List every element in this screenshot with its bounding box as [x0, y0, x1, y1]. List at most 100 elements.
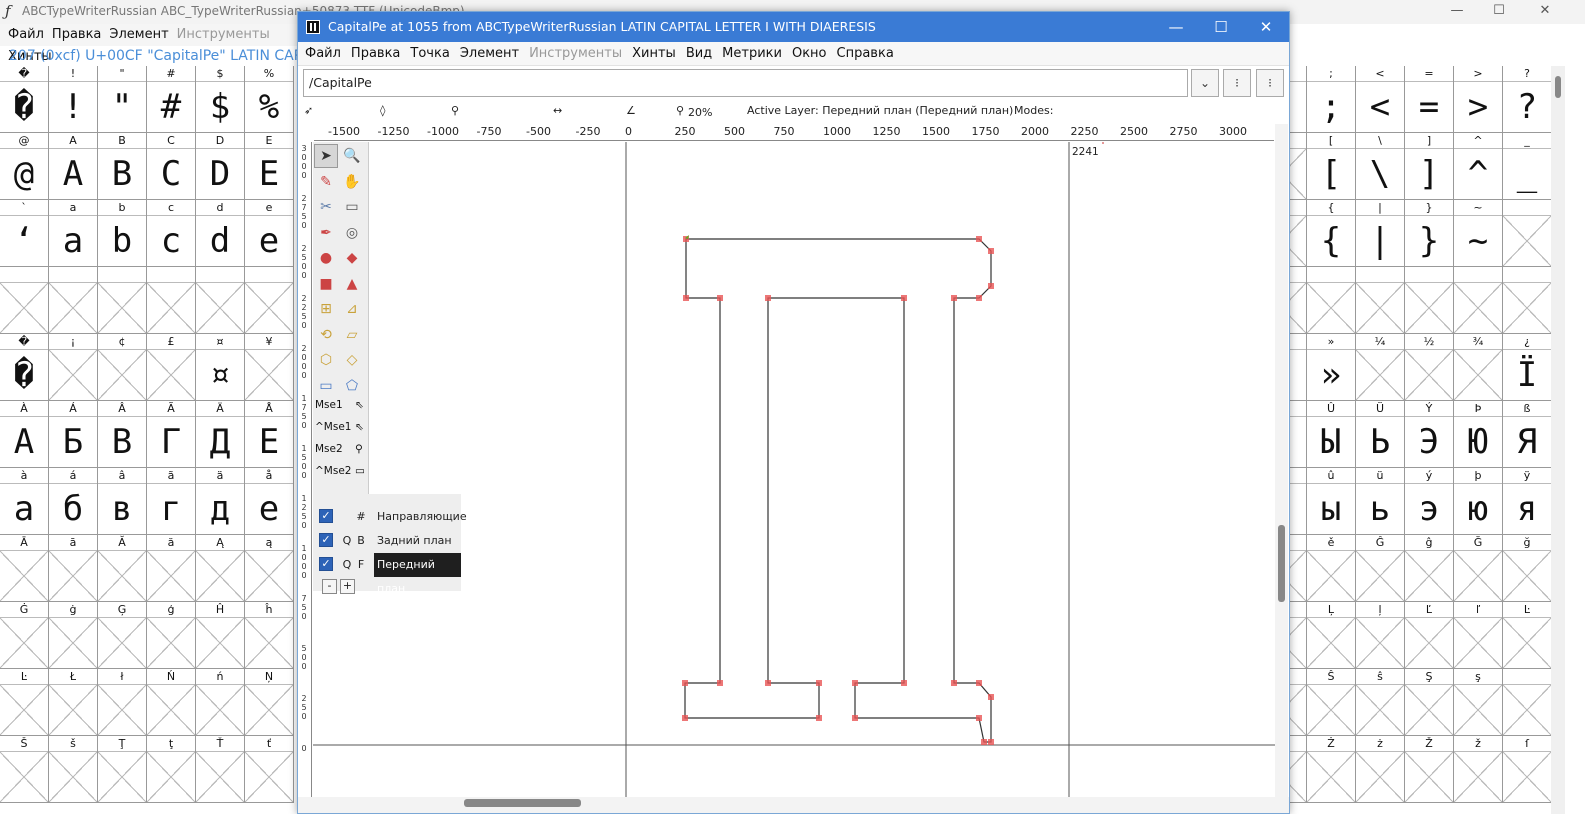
glyph-cell[interactable]: ÝЭ — [1405, 401, 1454, 468]
vertical-scrollbar-thumb[interactable] — [1278, 525, 1285, 602]
font-window-scrollbar-thumb[interactable] — [1555, 76, 1561, 98]
menu-tools[interactable]: Инструменты — [177, 24, 270, 46]
glyph-cell[interactable]: # # — [147, 66, 196, 133]
glyph-cell[interactable]: ń — [196, 669, 245, 736]
glyph-cell[interactable]: Ń — [147, 669, 196, 736]
glyph-cell[interactable]: ą — [245, 535, 294, 602]
menu-file[interactable]: Файл — [8, 24, 44, 46]
glyph-cell[interactable] — [1503, 200, 1552, 267]
contour-point[interactable] — [682, 715, 688, 721]
glyph-cell[interactable]: ÀА — [0, 401, 49, 468]
glyph-cell[interactable]: bb — [98, 200, 147, 267]
glyph-cell[interactable]: }} — [1405, 200, 1454, 267]
glyph-cell[interactable]: áб — [49, 468, 98, 535]
glyph-cell[interactable]: ãг — [147, 468, 196, 535]
ruler-icon[interactable]: ▭ — [340, 195, 364, 219]
contour-point[interactable] — [765, 680, 771, 686]
glyph-cell[interactable]: ž — [1454, 736, 1503, 803]
glyph-cell[interactable]: ŝ — [1356, 669, 1405, 736]
glyph-cell[interactable]: BB — [98, 133, 147, 200]
contour-point[interactable] — [682, 680, 688, 686]
glyph-cell[interactable]: ?? — [1503, 66, 1552, 133]
editor-menu-item[interactable]: Инструменты — [529, 42, 622, 66]
glyph-cell[interactable]: ş — [1454, 669, 1503, 736]
menu-element[interactable]: Элемент — [109, 24, 168, 46]
glyph-cell[interactable]: ee — [245, 200, 294, 267]
polygon-icon[interactable]: ⬠ — [340, 374, 364, 398]
glyph-cell[interactable] — [1405, 267, 1454, 334]
glyph-cell[interactable]: ţ — [147, 736, 196, 803]
contour-point[interactable] — [976, 236, 982, 242]
glyph-cell[interactable]: > > — [1454, 66, 1503, 133]
glyph-cell[interactable]: ¿ Ï — [1503, 334, 1552, 401]
layer-row[interactable]: ✓ Q B Задний план — [313, 529, 461, 553]
add-layer-button[interactable]: + — [340, 579, 355, 594]
hv-curve-point-icon[interactable]: ◆ — [340, 246, 364, 270]
editor-minimize-button[interactable]: — — [1153, 12, 1199, 42]
glyph-cell[interactable]: àа — [0, 468, 49, 535]
glyph-cell[interactable]: ż — [1356, 736, 1405, 803]
contour-point[interactable] — [901, 680, 907, 686]
layer-visible-checkbox[interactable]: ✓ — [319, 533, 333, 547]
glyph-cell[interactable]: Ŀ — [1503, 602, 1552, 669]
close-button[interactable]: ✕ — [1525, 0, 1565, 22]
glyph-cell[interactable]: Š — [0, 736, 49, 803]
glyph-cell[interactable] — [147, 267, 196, 334]
glyph-cell[interactable]: _ _ — [1503, 133, 1552, 200]
glyph-cell[interactable]: äд — [196, 468, 245, 535]
glyph-cell[interactable]: Ğ — [1454, 535, 1503, 602]
editor-menu-item[interactable]: Окно — [792, 42, 827, 66]
contour-point[interactable] — [988, 739, 994, 745]
glyph-name-field[interactable]: /CapitalPe — [303, 69, 1188, 97]
contour-point[interactable] — [816, 715, 822, 721]
glyph-cell[interactable]: ğ — [1503, 535, 1552, 602]
glyph-cell[interactable]: $ $ — [196, 66, 245, 133]
glyph-cell[interactable]: Ĝ — [1356, 535, 1405, 602]
maximize-button[interactable]: ☐ — [1479, 0, 1519, 22]
glyph-cell[interactable]: ă — [147, 535, 196, 602]
glyph-cell[interactable]: üь — [1356, 468, 1405, 535]
glyph-cell[interactable]: ½ — [1405, 334, 1454, 401]
glyph-cell[interactable]: Ť — [196, 736, 245, 803]
glyph-cell[interactable]: Ņ — [245, 669, 294, 736]
glyph-cell[interactable] — [1503, 669, 1552, 736]
flip-icon[interactable]: ⊿ — [340, 297, 364, 321]
glyph-cell[interactable]: Ą — [196, 535, 245, 602]
layer-name[interactable]: Направляющие — [374, 505, 470, 529]
glyph-cell[interactable] — [49, 267, 98, 334]
glyph-cell[interactable]: åе — [245, 468, 294, 535]
editor-menu-item[interactable]: Вид — [686, 42, 712, 66]
layer-visible-checkbox[interactable]: ✓ — [319, 509, 333, 523]
editor-maximize-button[interactable]: ☐ — [1198, 12, 1244, 42]
glyph-cell[interactable]: cc — [147, 200, 196, 267]
glyph-cell[interactable]: ýэ — [1405, 468, 1454, 535]
glyph-cell[interactable]: Ĥ — [196, 602, 245, 669]
layer-name[interactable]: Задний план — [374, 529, 455, 553]
glyph-cell[interactable]: Ģ — [98, 602, 147, 669]
remove-layer-button[interactable]: - — [322, 579, 337, 594]
glyph-cell[interactable]: %% — [245, 66, 294, 133]
next-glyph-button[interactable]: ⁝ — [1256, 69, 1284, 97]
pen-icon[interactable]: ✒ — [314, 221, 338, 245]
glyph-cell[interactable]: ÂВ — [98, 401, 147, 468]
glyph-cell[interactable] — [1454, 267, 1503, 334]
glyph-cell[interactable]: < < — [1356, 66, 1405, 133]
glyph-cell[interactable]: ÜЬ — [1356, 401, 1405, 468]
glyph-cell[interactable]: ûы — [1307, 468, 1356, 535]
glyph-cell[interactable]: Ā — [0, 535, 49, 602]
editor-menu-item[interactable]: Метрики — [722, 42, 782, 66]
contour-point[interactable] — [976, 715, 982, 721]
glyph-cell[interactable]: ¥ — [245, 334, 294, 401]
glyph-cell[interactable]: ÁБ — [49, 401, 98, 468]
glyph-cell[interactable]: ſ — [1503, 736, 1552, 803]
editor-menu-item[interactable]: Справка — [837, 42, 894, 66]
contour-point[interactable] — [988, 283, 994, 289]
editor-menu-item[interactable]: Точка — [410, 42, 449, 66]
hand-icon[interactable]: ✋ — [340, 170, 364, 194]
contour-point[interactable] — [981, 739, 987, 745]
glyph-cell[interactable]: ` ʻ — [0, 200, 49, 267]
glyph-cell[interactable]: ĝ — [1405, 535, 1454, 602]
curve-point-icon[interactable]: ● — [314, 246, 338, 270]
glyph-cell[interactable]: Ľ — [1405, 602, 1454, 669]
glyph-cell[interactable]: ļ — [1356, 602, 1405, 669]
